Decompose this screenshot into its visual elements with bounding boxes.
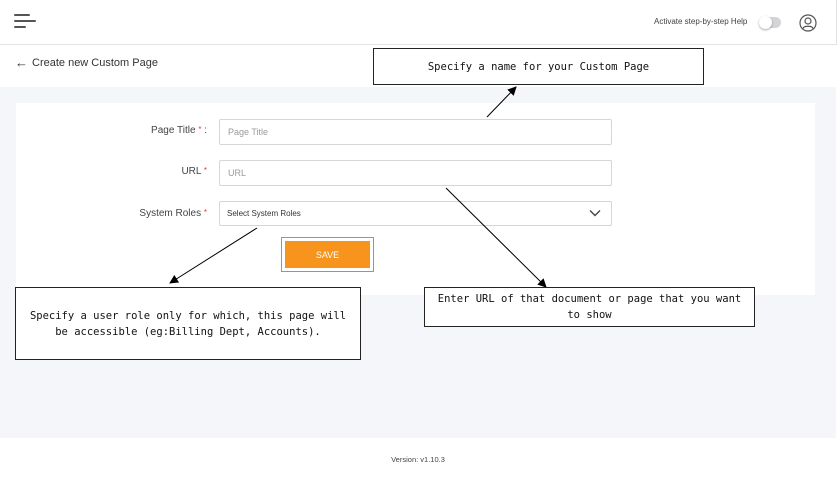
required-mark: * <box>203 208 207 217</box>
arrow-left-icon: ← <box>15 55 28 70</box>
version-label: Version: v1.10.3 <box>391 455 445 464</box>
back-link[interactable]: ← Create new Custom Page <box>15 55 158 70</box>
system-roles-select[interactable]: Select System Roles <box>219 201 612 226</box>
callout-url: Enter URL of that document or page that … <box>424 287 755 327</box>
page-title-label: Page Title * : <box>100 125 207 136</box>
callout-name: Specify a name for your Custom Page <box>373 48 704 85</box>
help-toggle[interactable] <box>759 16 781 29</box>
page-title-label-text: Page Title <box>151 125 196 136</box>
chevron-down-icon <box>589 210 601 217</box>
help-toggle-label: Activate step-by-step Help <box>654 17 748 26</box>
system-roles-value: Select System Roles <box>227 209 301 218</box>
required-mark: * <box>203 166 207 175</box>
url-input[interactable] <box>219 160 612 186</box>
label-colon: : <box>204 125 207 136</box>
top-bar: Activate step-by-step Help <box>0 0 837 45</box>
page-title-input[interactable] <box>219 119 612 145</box>
system-roles-label: System Roles * <box>100 208 207 219</box>
page-title: Create new Custom Page <box>32 57 158 69</box>
callout-roles: Specify a user role only for which, this… <box>15 287 361 360</box>
system-roles-label-text: System Roles <box>139 208 202 219</box>
required-mark: * <box>198 125 202 134</box>
url-label: URL * <box>100 166 207 177</box>
user-account-icon[interactable] <box>799 14 817 32</box>
save-button[interactable]: SAVE <box>285 241 370 268</box>
url-label-text: URL <box>181 166 202 177</box>
toggle-knob <box>759 16 772 29</box>
hamburger-menu-icon[interactable] <box>14 14 36 30</box>
